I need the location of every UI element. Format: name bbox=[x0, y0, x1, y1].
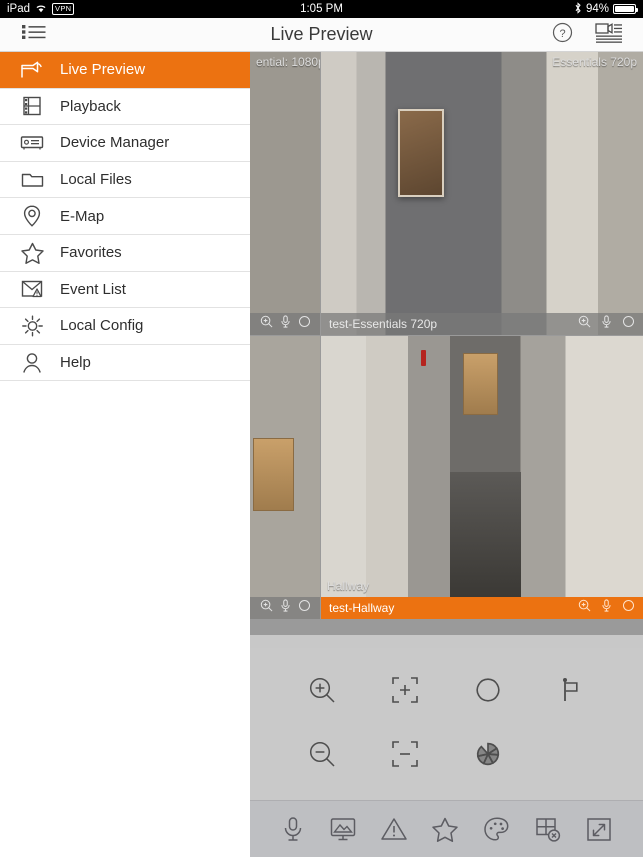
sidebar-item-label: Event List bbox=[60, 280, 126, 298]
film-strip-icon bbox=[12, 95, 52, 117]
star-icon[interactable] bbox=[431, 816, 459, 843]
video-overlay-label: Hallway bbox=[327, 579, 370, 593]
sidebar-item-playback[interactable]: Playback bbox=[0, 89, 250, 126]
digital-zoom-icon[interactable] bbox=[260, 315, 273, 333]
sidebar-item-e-map[interactable]: E-Map bbox=[0, 198, 250, 235]
bottom-toolbar bbox=[250, 800, 643, 857]
status-bar-right: 94% bbox=[574, 1, 643, 17]
sidebar-item-live-preview[interactable]: Live Preview bbox=[0, 52, 250, 89]
video-tile-title-bar[interactable]: test-Hallway bbox=[321, 597, 643, 619]
video-tile-controls bbox=[250, 313, 320, 335]
palette-icon[interactable] bbox=[483, 816, 511, 843]
navigation-bar: Live Preview ? bbox=[0, 18, 643, 52]
help-circle-icon[interactable]: ? bbox=[552, 22, 573, 48]
star-icon bbox=[12, 241, 52, 265]
sidebar: Live Preview Playback Device Manager Loc… bbox=[0, 52, 250, 857]
record-icon[interactable] bbox=[622, 315, 635, 333]
status-bar-time: 1:05 PM bbox=[300, 3, 343, 15]
sidebar-item-label: Live Preview bbox=[60, 61, 146, 79]
person-icon bbox=[12, 351, 52, 375]
audio-icon[interactable] bbox=[280, 315, 291, 333]
map-pin-icon bbox=[12, 204, 52, 228]
video-tile[interactable]: Hallway bbox=[321, 336, 643, 619]
record-icon[interactable] bbox=[298, 315, 311, 333]
zoom-in-icon[interactable] bbox=[307, 675, 337, 705]
sidebar-item-device-manager[interactable]: Device Manager bbox=[0, 125, 250, 162]
device-icon bbox=[12, 133, 52, 153]
sidebar-item-help[interactable]: Help bbox=[0, 345, 250, 382]
video-overlay-label: ential: 1080p bbox=[256, 55, 320, 69]
iris-open-icon[interactable] bbox=[473, 675, 503, 705]
video-tile-controls bbox=[578, 599, 635, 617]
digital-zoom-icon[interactable] bbox=[578, 315, 591, 333]
close-window-icon[interactable] bbox=[534, 816, 562, 843]
nav-bar-right: ? bbox=[552, 22, 643, 48]
status-bar: iPad VPN 1:05 PM 94% bbox=[0, 0, 643, 18]
bluetooth-icon bbox=[574, 1, 582, 17]
video-stream bbox=[321, 336, 643, 619]
battery-percent: 94% bbox=[585, 3, 609, 15]
camera-icon bbox=[12, 59, 52, 81]
preset-flag-icon[interactable] bbox=[556, 675, 586, 705]
ptz-control-panel bbox=[250, 648, 643, 800]
video-tile[interactable]: Essentials 720p bbox=[321, 52, 643, 335]
video-stream bbox=[321, 52, 643, 335]
sidebar-item-label: E-Map bbox=[60, 207, 105, 225]
audio-icon[interactable] bbox=[280, 599, 291, 617]
video-tile-controls bbox=[578, 315, 635, 333]
video-tile-controls bbox=[250, 597, 320, 619]
focus-far-icon[interactable] bbox=[390, 739, 420, 769]
iris-close-icon[interactable] bbox=[473, 739, 503, 769]
sidebar-item-label: Playback bbox=[60, 97, 121, 115]
video-tile-name: test-Hallway bbox=[329, 601, 395, 615]
gear-icon bbox=[12, 314, 52, 338]
audio-icon[interactable] bbox=[601, 315, 612, 333]
record-icon[interactable] bbox=[298, 599, 311, 617]
video-overlay-label: Essentials 720p bbox=[552, 55, 637, 69]
panel-spacer bbox=[250, 635, 643, 648]
snapshot-icon[interactable] bbox=[329, 815, 357, 843]
sidebar-item-label: Local Config bbox=[60, 317, 144, 335]
video-tile-name: test-Essentials 720p bbox=[329, 317, 438, 331]
alarm-icon[interactable] bbox=[380, 816, 408, 842]
list-menu-icon[interactable] bbox=[22, 23, 46, 46]
folder-icon bbox=[12, 169, 52, 190]
microphone-icon[interactable] bbox=[280, 815, 306, 843]
video-tile-title-bar[interactable]: test-Essentials 720p bbox=[321, 313, 643, 335]
focus-near-icon[interactable] bbox=[390, 675, 420, 705]
battery-icon bbox=[613, 4, 638, 14]
sidebar-item-favorites[interactable]: Favorites bbox=[0, 235, 250, 272]
digital-zoom-icon[interactable] bbox=[578, 599, 591, 617]
sidebar-item-local-config[interactable]: Local Config bbox=[0, 308, 250, 345]
fullscreen-icon[interactable] bbox=[585, 816, 613, 843]
sidebar-item-event-list[interactable]: Event List bbox=[0, 272, 250, 309]
page-title: Live Preview bbox=[270, 24, 373, 44]
sidebar-item-label: Favorites bbox=[60, 244, 122, 262]
digital-zoom-icon[interactable] bbox=[260, 599, 273, 617]
record-icon[interactable] bbox=[622, 599, 635, 617]
sidebar-item-label: Help bbox=[60, 354, 91, 372]
camera-list-icon[interactable] bbox=[595, 22, 623, 48]
sidebar-item-label: Device Manager bbox=[60, 134, 170, 152]
audio-icon[interactable] bbox=[601, 599, 612, 617]
envelope-alert-icon bbox=[12, 278, 52, 300]
sidebar-item-label: Local Files bbox=[60, 171, 132, 189]
svg-text:?: ? bbox=[559, 27, 565, 39]
zoom-out-icon[interactable] bbox=[307, 739, 337, 769]
sidebar-item-local-files[interactable]: Local Files bbox=[0, 162, 250, 199]
